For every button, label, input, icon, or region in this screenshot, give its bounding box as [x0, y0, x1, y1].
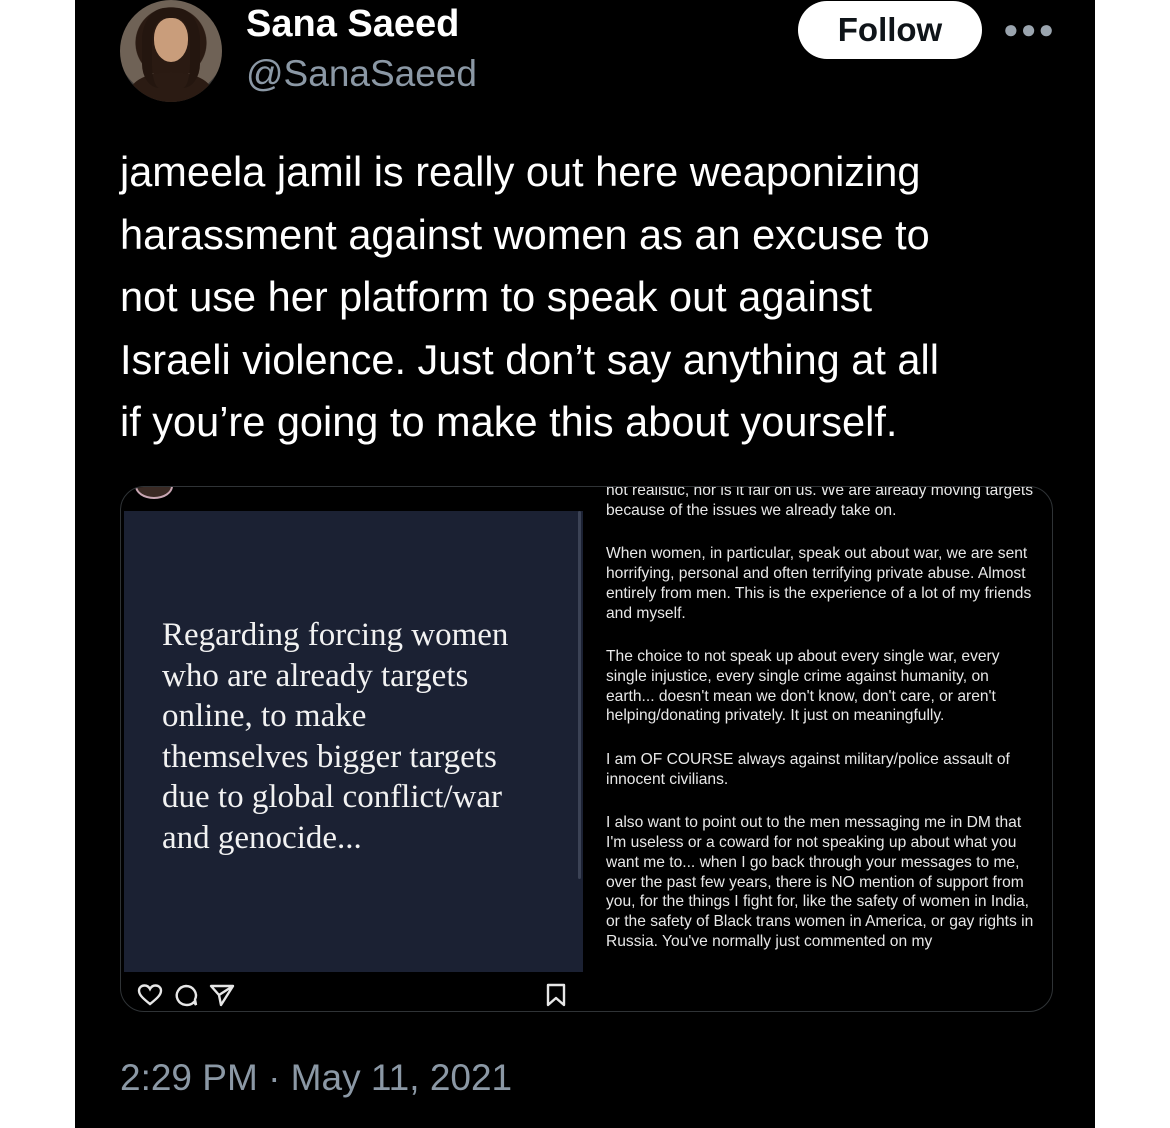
- comment-icon[interactable]: [173, 983, 199, 1007]
- instagram-avatar: [135, 487, 173, 499]
- statement-paragraph: I also want to point out to the men mess…: [606, 814, 1034, 950]
- statement-paragraph: not realistic, nor is it fair on us. We …: [606, 486, 1033, 519]
- author-name[interactable]: Sana Saeed: [246, 2, 459, 46]
- more-horizontal-icon[interactable]: ●●●: [1003, 14, 1054, 44]
- follow-button[interactable]: Follow: [798, 1, 982, 59]
- heart-icon[interactable]: [137, 983, 163, 1007]
- instagram-action-bar: [137, 983, 577, 1011]
- tweet-card: Sana Saeed @SanaSaeed Follow ●●● jameela…: [75, 0, 1095, 1128]
- statement-paragraph: When women, in particular, speak out abo…: [606, 545, 1032, 622]
- statement-paragraph: The choice to not speak up about every s…: [606, 648, 1000, 725]
- author-handle[interactable]: @SanaSaeed: [246, 52, 477, 96]
- tweet-text: jameela jamil is really out here weaponi…: [120, 148, 939, 445]
- author-avatar[interactable]: [120, 0, 222, 102]
- avatar-face: [154, 18, 188, 62]
- quote-text: Regarding forcing women who are already …: [162, 617, 509, 856]
- share-icon[interactable]: [209, 983, 235, 1007]
- statement-text: not realistic, nor is it fair on us. We …: [606, 486, 1036, 975]
- bookmark-icon[interactable]: [543, 983, 569, 1007]
- statement-paragraph: I am OF COURSE always against military/p…: [606, 751, 1010, 788]
- attached-media[interactable]: Regarding forcing women who are already …: [120, 486, 1053, 1012]
- tweet-timestamp[interactable]: 2:29 PM · May 11, 2021: [120, 1055, 512, 1101]
- scrollbar[interactable]: [578, 511, 581, 879]
- quote-card: Regarding forcing women who are already …: [124, 511, 583, 972]
